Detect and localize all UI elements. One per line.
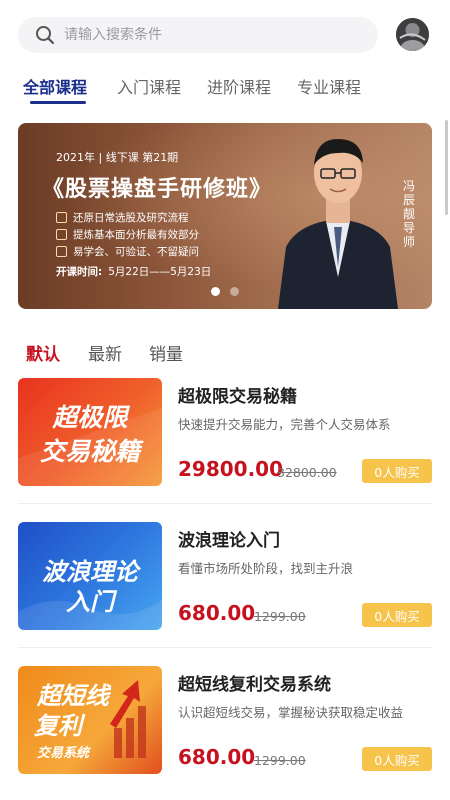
buy-button[interactable]: 0人购买 bbox=[362, 747, 432, 771]
course-thumbnail[interactable]: 超极限 交易秘籍 bbox=[18, 378, 162, 486]
course-price: 29800.00 bbox=[178, 457, 284, 481]
banner-title: 《股票操盘手研修班》 bbox=[42, 176, 273, 202]
course-description: 看懂市场所处阶段，找到主升浪 bbox=[178, 561, 354, 576]
thumbnail-title: 交易秘籍 bbox=[39, 437, 140, 466]
divider bbox=[18, 647, 432, 648]
course-title[interactable]: 超极限交易秘籍 bbox=[178, 382, 297, 407]
banner-time-value: 5月22日——5月23日 bbox=[108, 266, 212, 278]
course-thumbnail[interactable]: 超短线 复利 交易系统 bbox=[18, 666, 162, 774]
thumbnail-title: 超极限 bbox=[52, 403, 128, 432]
banner-feature-text: 易学会、可验证、不留疑问 bbox=[73, 246, 199, 258]
promo-banner[interactable]: 2021年 | 线下课 第21期 《股票操盘手研修班》 还原日常选股及研究流程 … bbox=[18, 123, 432, 309]
buy-button[interactable]: 0人购买 bbox=[362, 459, 432, 483]
course-title[interactable]: 超短线复利交易系统 bbox=[178, 670, 331, 695]
course-original-price: 32800.00 bbox=[277, 465, 337, 480]
course-description: 快速提升交易能力，完善个人交易体系 bbox=[178, 417, 391, 432]
course-description: 认识超短线交易，掌握秘诀获取稳定收益 bbox=[178, 705, 404, 720]
banner-schedule: 开课时间: 5月22日——5月23日 bbox=[56, 264, 211, 279]
tab-beginner-courses[interactable]: 入门课程 bbox=[117, 74, 181, 98]
carousel-dot[interactable] bbox=[211, 287, 220, 296]
target-icon bbox=[56, 212, 67, 223]
search-input[interactable] bbox=[64, 27, 344, 43]
search-bar[interactable] bbox=[18, 17, 378, 53]
course-title[interactable]: 波浪理论入门 bbox=[178, 526, 280, 551]
buy-button[interactable]: 0人购买 bbox=[362, 603, 432, 627]
category-tabs: 全部课程 入门课程 进阶课程 专业课程 bbox=[0, 68, 450, 108]
book-icon bbox=[56, 246, 67, 257]
banner-edition: 2021年 | 线下课 第21期 bbox=[56, 151, 179, 164]
hourglass-icon bbox=[56, 229, 67, 240]
banner-feature-text: 提炼基本面分析最有效部分 bbox=[73, 229, 199, 241]
course-price: 680.00 bbox=[178, 745, 256, 769]
tab-professional-courses[interactable]: 专业课程 bbox=[297, 74, 361, 98]
scrollbar[interactable] bbox=[445, 120, 448, 215]
banner-feature: 提炼基本面分析最有效部分 bbox=[56, 226, 266, 243]
tab-advanced-courses[interactable]: 进阶课程 bbox=[207, 74, 271, 98]
divider bbox=[18, 503, 432, 504]
search-icon bbox=[34, 24, 56, 46]
course-original-price: 1299.00 bbox=[254, 753, 306, 768]
sort-newest[interactable]: 最新 bbox=[88, 340, 122, 365]
banner-feature-text: 还原日常选股及研究流程 bbox=[73, 212, 189, 224]
thumbnail-subtitle: 交易系统 bbox=[36, 746, 89, 761]
course-item[interactable]: 超极限 交易秘籍 超极限交易秘籍 快速提升交易能力，完善个人交易体系 29800… bbox=[0, 378, 450, 522]
course-item[interactable]: 波浪理论 入门 波浪理论入门 看懂市场所处阶段，找到主升浪 680.00 129… bbox=[0, 522, 450, 666]
course-thumbnail[interactable]: 波浪理论 入门 bbox=[18, 522, 162, 630]
course-price: 680.00 bbox=[178, 601, 256, 625]
sort-bar: 默认 最新 销量 bbox=[0, 332, 450, 368]
course-item[interactable]: 超短线 复利 交易系统 超短线复利交易系统 认识超短线交易，掌握秘诀获取稳定收益… bbox=[0, 666, 450, 800]
banner-time-label: 开课时间: bbox=[56, 266, 103, 278]
course-original-price: 1299.00 bbox=[254, 609, 306, 624]
banner-teacher: 冯辰靓导师 bbox=[403, 179, 416, 249]
sort-sales[interactable]: 销量 bbox=[149, 340, 183, 365]
tab-all-courses[interactable]: 全部课程 bbox=[23, 74, 87, 98]
sort-default[interactable]: 默认 bbox=[26, 340, 60, 365]
header bbox=[0, 0, 450, 62]
banner-feature: 还原日常选股及研究流程 bbox=[56, 209, 266, 226]
carousel-indicator bbox=[18, 285, 432, 297]
thumbnail-title: 复利 bbox=[34, 712, 82, 740]
banner-feature: 易学会、可验证、不留疑问 bbox=[56, 243, 266, 260]
carousel-dot[interactable] bbox=[230, 287, 239, 296]
active-tab-indicator bbox=[30, 101, 86, 104]
thumbnail-title: 入门 bbox=[66, 588, 114, 616]
banner-features: 还原日常选股及研究流程 提炼基本面分析最有效部分 易学会、可验证、不留疑问 bbox=[56, 209, 266, 260]
avatar[interactable] bbox=[396, 18, 429, 51]
instructor-photo bbox=[268, 127, 408, 309]
